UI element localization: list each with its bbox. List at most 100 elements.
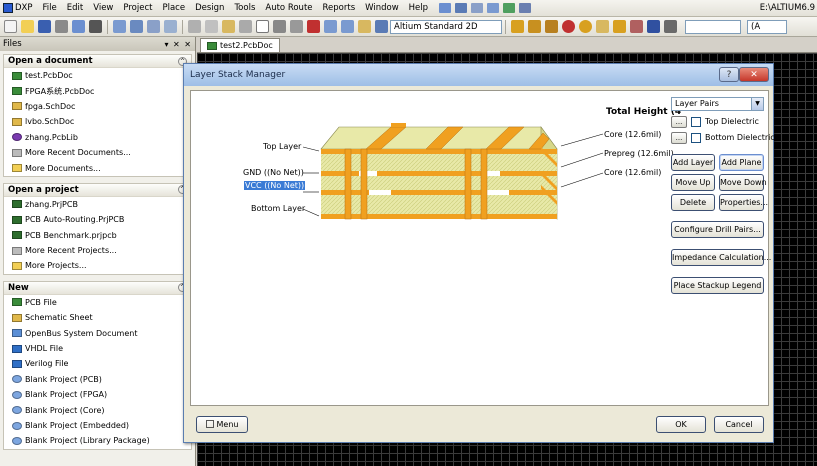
- zoom-area-icon[interactable]: [130, 20, 143, 33]
- fill-icon[interactable]: [613, 20, 626, 33]
- rubber-stamp-icon[interactable]: [239, 20, 252, 33]
- layer-stack-diagram[interactable]: [191, 91, 661, 407]
- list-item[interactable]: Blank Project (Core): [4, 402, 191, 417]
- place-stackup-legend-button[interactable]: Place Stackup Legend: [671, 277, 764, 294]
- layer-pairs-select[interactable]: Layer Pairs ▼: [671, 97, 764, 111]
- cut-icon[interactable]: [188, 20, 201, 33]
- grid-icon[interactable]: [519, 3, 532, 13]
- list-item[interactable]: OpenBus System Document: [4, 325, 191, 340]
- list-item[interactable]: More Recent Projects...: [4, 243, 191, 258]
- panel-controls[interactable]: ▾ ✕ ✕: [164, 40, 192, 49]
- menu-view[interactable]: View: [88, 0, 118, 17]
- unit-combo[interactable]: (A: [747, 19, 787, 34]
- route-icon[interactable]: [511, 20, 524, 33]
- window-icon[interactable]: [503, 3, 516, 13]
- list-item[interactable]: More Documents...: [4, 160, 191, 175]
- new-icon[interactable]: [4, 20, 17, 33]
- undo-icon[interactable]: [324, 20, 337, 33]
- chart-icon[interactable]: [439, 3, 452, 13]
- tab-test2-pcbdoc[interactable]: test2.PcbDoc: [200, 38, 280, 52]
- list-item[interactable]: Schematic Sheet: [4, 310, 191, 325]
- zoom-icon[interactable]: [72, 20, 85, 33]
- bottom-layer-label[interactable]: Bottom Layer: [251, 204, 305, 213]
- list-item[interactable]: Verilog File: [4, 356, 191, 371]
- zoom-select-icon[interactable]: [147, 20, 160, 33]
- menu-design[interactable]: Design: [190, 0, 229, 17]
- close-button[interactable]: ✕: [739, 67, 769, 82]
- top-dielectric-checkbox[interactable]: [691, 117, 701, 127]
- move-up-button[interactable]: Move Up: [671, 174, 715, 191]
- arc-icon[interactable]: [596, 20, 609, 33]
- text-icon[interactable]: [471, 3, 484, 13]
- copy-icon[interactable]: [205, 20, 218, 33]
- arrow-icon[interactable]: [455, 3, 468, 13]
- dialog-title-bar[interactable]: Layer Stack Manager ? ✕: [184, 64, 773, 86]
- polygon-icon[interactable]: [630, 20, 643, 33]
- print-icon[interactable]: [55, 20, 68, 33]
- menu-edit[interactable]: Edit: [62, 0, 88, 17]
- string-icon[interactable]: [647, 20, 660, 33]
- deselect-icon[interactable]: [290, 20, 303, 33]
- add-plane-button[interactable]: Add Plane: [719, 154, 764, 171]
- menu-project[interactable]: Project: [118, 0, 157, 17]
- list-icon[interactable]: [487, 3, 500, 13]
- core-1-label[interactable]: Core (12.6mil): [604, 130, 661, 139]
- section-header[interactable]: Open a project ^: [4, 183, 191, 197]
- menu-tools[interactable]: Tools: [229, 0, 260, 17]
- add-layer-button[interactable]: Add Layer: [671, 154, 715, 171]
- gnd-layer-label[interactable]: GND ((No Net)): [243, 168, 304, 177]
- section-header[interactable]: Open a document ^: [4, 55, 191, 68]
- save-icon[interactable]: [38, 20, 51, 33]
- cancel-button[interactable]: Cancel: [714, 416, 764, 433]
- core-2-label[interactable]: Core (12.6mil): [604, 168, 661, 177]
- list-item[interactable]: Blank Project (Library Package): [4, 433, 191, 448]
- select-rect-icon[interactable]: [256, 20, 269, 33]
- list-item[interactable]: FPGA系统.PcbDoc: [4, 83, 191, 98]
- list-item[interactable]: PCB Benchmark.prjpcb: [4, 228, 191, 243]
- route-diff-icon[interactable]: [528, 20, 541, 33]
- prepreg-label[interactable]: Prepreg (12.6mil): [604, 149, 674, 158]
- list-item[interactable]: PCB Auto-Routing.PrjPCB: [4, 212, 191, 227]
- list-item[interactable]: test.PcbDoc: [4, 68, 191, 83]
- view-config-combo[interactable]: Altium Standard 2D: [390, 19, 502, 34]
- move-icon[interactable]: [273, 20, 286, 33]
- top-dielectric-properties-button[interactable]: ...: [671, 116, 687, 128]
- browse-icon[interactable]: [375, 20, 388, 33]
- zoom-fit-icon[interactable]: [113, 20, 126, 33]
- via-icon[interactable]: [579, 20, 592, 33]
- top-layer-label[interactable]: Top Layer: [263, 142, 301, 151]
- menu-file[interactable]: File: [38, 0, 62, 17]
- menu-reports[interactable]: Reports: [318, 0, 361, 17]
- menu-place[interactable]: Place: [157, 0, 190, 17]
- list-item[interactable]: VHDL File: [4, 341, 191, 356]
- section-header[interactable]: New ^: [4, 281, 191, 295]
- redo-icon[interactable]: [341, 20, 354, 33]
- list-item[interactable]: Blank Project (FPGA): [4, 387, 191, 402]
- list-item[interactable]: Blank Project (PCB): [4, 372, 191, 387]
- clear-icon[interactable]: [307, 20, 320, 33]
- configure-drill-pairs-button[interactable]: Configure Drill Pairs...: [671, 221, 764, 238]
- menu-button[interactable]: Menu: [196, 416, 248, 433]
- open-icon[interactable]: [21, 20, 34, 33]
- delete-button[interactable]: Delete: [671, 194, 715, 211]
- list-item[interactable]: More Recent Documents...: [4, 145, 191, 160]
- list-item[interactable]: zhang.PrjPCB: [4, 197, 191, 212]
- bug-icon[interactable]: [89, 20, 102, 33]
- list-item[interactable]: lvbo.SchDoc: [4, 114, 191, 129]
- help-button[interactable]: ?: [719, 67, 739, 82]
- menu-window[interactable]: Window: [360, 0, 404, 17]
- bottom-dielectric-properties-button[interactable]: ...: [671, 132, 687, 144]
- vcc-layer-label[interactable]: VCC ((No Net)): [244, 181, 306, 190]
- paste-icon[interactable]: [222, 20, 235, 33]
- properties-button[interactable]: Properties...: [719, 194, 768, 211]
- move-down-button[interactable]: Move Down: [719, 174, 767, 191]
- zoom-filter-icon[interactable]: [164, 20, 177, 33]
- list-item[interactable]: More Projects...: [4, 258, 191, 273]
- list-item[interactable]: Blank Project (Embedded): [4, 418, 191, 433]
- menu-dxp[interactable]: DXP: [15, 0, 38, 17]
- ok-button[interactable]: OK: [656, 416, 706, 433]
- chevron-down-icon[interactable]: ▼: [751, 98, 763, 110]
- list-item[interactable]: fpga.SchDoc: [4, 99, 191, 114]
- snap-combo[interactable]: [685, 19, 741, 34]
- array-icon[interactable]: [664, 20, 677, 33]
